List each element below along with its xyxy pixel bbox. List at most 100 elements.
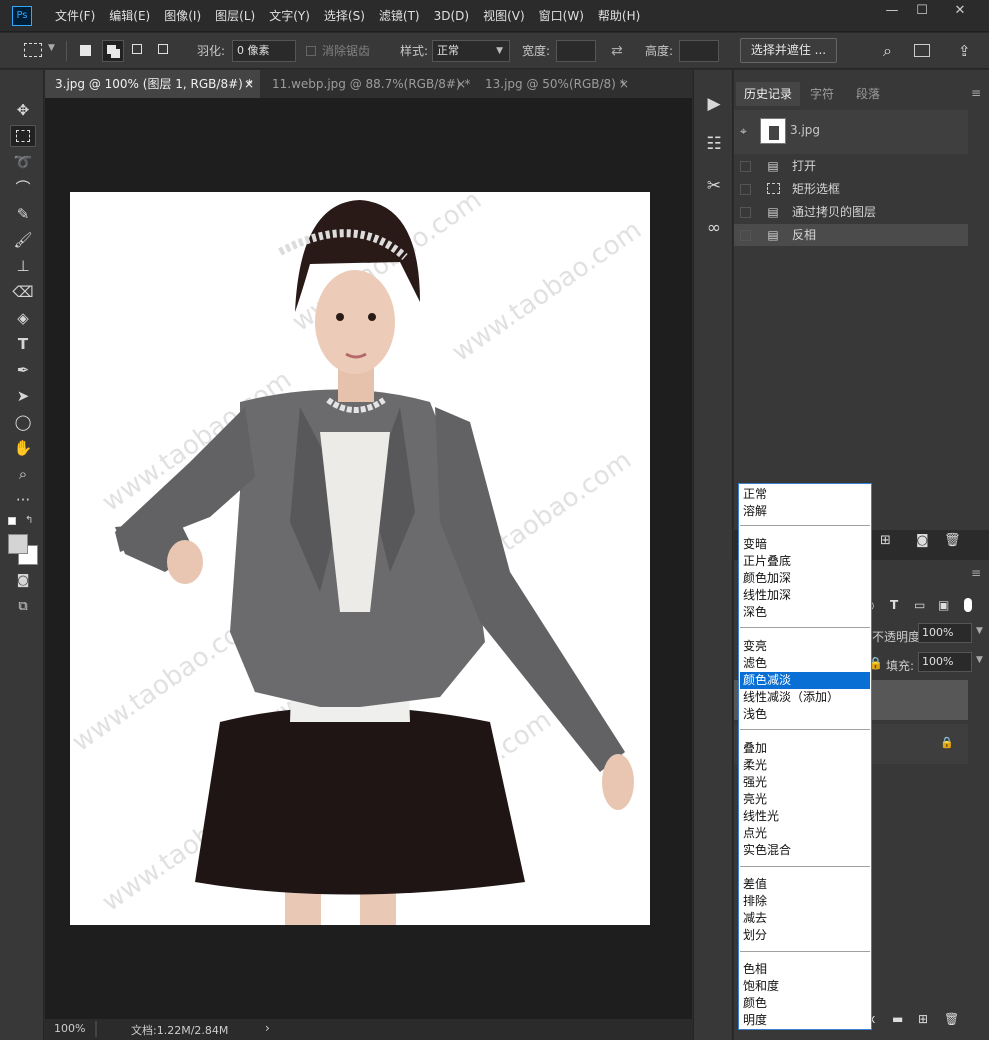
blend-option[interactable]: 线性减淡（添加）: [740, 689, 870, 706]
default-colors-icon[interactable]: [8, 517, 16, 525]
chevron-down-icon[interactable]: ▼: [976, 655, 983, 665]
new-group-icon[interactable]: ▬: [892, 1012, 903, 1026]
blend-option[interactable]: 实色混合: [740, 842, 870, 859]
blend-option[interactable]: 正片叠底: [740, 553, 870, 570]
document-image[interactable]: www.taobao.com www.taobao.com www.taobao…: [70, 192, 650, 925]
height-input[interactable]: [679, 40, 719, 62]
blend-mode-dropdown[interactable]: 正常 溶解 变暗 正片叠底 颜色加深 线性加深 深色 变亮 滤色 颜色减淡 线性…: [738, 483, 872, 1030]
step-checkbox[interactable]: [740, 207, 751, 218]
close-button[interactable]: ✕: [944, 0, 976, 22]
menu-layer[interactable]: 图层(L): [208, 0, 262, 32]
new-selection-icon[interactable]: [80, 45, 91, 56]
properties-icon[interactable]: ☷: [700, 130, 728, 158]
blend-option[interactable]: 正常: [740, 486, 870, 503]
eyedropper-tool-icon[interactable]: ✎: [10, 203, 36, 225]
status-menu-arrow-icon[interactable]: ›: [265, 1021, 270, 1035]
move-tool-icon[interactable]: ✥: [10, 99, 36, 121]
new-layer-icon[interactable]: ⊞: [918, 1012, 928, 1026]
history-snapshot-row[interactable]: ⌖ 3.jpg: [734, 110, 968, 154]
delete-layer-icon[interactable]: 🗑: [944, 1012, 959, 1026]
opacity-input[interactable]: 100%: [918, 623, 972, 643]
history-brush-source-icon[interactable]: ⌖: [740, 124, 747, 139]
tab-3-jpg[interactable]: 3.jpg @ 100% (图层 1, RGB/8#) * ×: [45, 70, 260, 98]
intersect-selection-icon[interactable]: [158, 44, 168, 54]
stamp-tool-icon[interactable]: ⊥: [10, 255, 36, 277]
menu-filter[interactable]: 滤镜(T): [372, 0, 427, 32]
zoom-readout[interactable]: 100%: [54, 1022, 85, 1035]
blend-option[interactable]: 饱和度: [740, 978, 870, 995]
tab-history[interactable]: 历史记录: [736, 82, 801, 106]
search-icon[interactable]: ⌕: [883, 33, 892, 69]
tab-close-icon[interactable]: ×: [244, 70, 254, 98]
menu-edit[interactable]: 编辑(E): [102, 0, 157, 32]
blend-option[interactable]: 减去: [740, 910, 870, 927]
blend-option[interactable]: 变亮: [740, 638, 870, 655]
workspace-icon[interactable]: [914, 44, 930, 57]
menu-image[interactable]: 图像(I): [157, 0, 208, 32]
swap-icon[interactable]: ⇄: [611, 33, 623, 69]
panel-menu-icon[interactable]: ≡: [971, 86, 981, 100]
step-checkbox[interactable]: [740, 230, 751, 241]
feather-input[interactable]: 0 像素: [232, 40, 296, 62]
panel-menu-icon[interactable]: ≡: [971, 566, 981, 580]
step-checkbox[interactable]: [740, 184, 751, 195]
paint-bucket-tool-icon[interactable]: ◈: [10, 307, 36, 329]
select-and-mask-button[interactable]: 选择并遮住 ...: [740, 38, 837, 63]
trash-icon[interactable]: 🗑: [944, 533, 961, 548]
chevron-down-icon[interactable]: ▼: [48, 43, 55, 53]
menu-type[interactable]: 文字(Y): [262, 0, 317, 32]
lasso-tool-icon[interactable]: ➰: [10, 151, 36, 173]
blend-option-selected[interactable]: 颜色减淡: [740, 672, 870, 689]
screen-mode-icon[interactable]: ⧉: [10, 596, 36, 618]
filter-type-icon[interactable]: T: [890, 598, 898, 612]
minimize-button[interactable]: —: [876, 0, 908, 22]
tools-icon[interactable]: ✂: [700, 172, 728, 200]
chevron-down-icon[interactable]: ▼: [976, 626, 983, 636]
blend-option[interactable]: 划分: [740, 927, 870, 944]
ellipse-tool-icon[interactable]: ◯: [10, 411, 36, 433]
history-step[interactable]: ▤ 打开: [734, 155, 968, 177]
step-checkbox[interactable]: [740, 161, 751, 172]
share-icon[interactable]: ⇪: [958, 33, 971, 69]
zoom-tool-icon[interactable]: ⌕: [10, 463, 36, 485]
brush-tool-icon[interactable]: 🖌: [10, 229, 36, 251]
blend-option[interactable]: 颜色加深: [740, 570, 870, 587]
blend-option[interactable]: 差值: [740, 876, 870, 893]
filter-shape-icon[interactable]: ▭: [914, 598, 925, 612]
pen-tool-icon[interactable]: ✒: [10, 359, 36, 381]
history-step[interactable]: ▤ 通过拷贝的图层: [734, 201, 968, 223]
blend-option[interactable]: 明度: [740, 1012, 870, 1029]
blend-option[interactable]: 色相: [740, 961, 870, 978]
blend-option[interactable]: 强光: [740, 774, 870, 791]
menu-3d[interactable]: 3D(D): [427, 0, 476, 32]
blend-option[interactable]: 溶解: [740, 503, 870, 520]
blend-option[interactable]: 变暗: [740, 536, 870, 553]
add-selection-button[interactable]: [102, 40, 124, 62]
swap-colors-icon[interactable]: ↰: [25, 515, 33, 526]
actions-play-icon[interactable]: ▶: [700, 90, 728, 118]
history-step[interactable]: 矩形选框: [734, 178, 968, 200]
maximize-button[interactable]: ☐: [906, 0, 938, 22]
blend-option[interactable]: 线性光: [740, 808, 870, 825]
blend-option[interactable]: 线性加深: [740, 587, 870, 604]
menu-select[interactable]: 选择(S): [317, 0, 372, 32]
tab-character[interactable]: 字符: [802, 82, 842, 106]
blend-option[interactable]: 排除: [740, 893, 870, 910]
cc-libraries-icon[interactable]: ∞: [700, 214, 728, 242]
blend-option[interactable]: 颜色: [740, 995, 870, 1012]
menu-window[interactable]: 窗口(W): [532, 0, 591, 32]
antialias-checkbox[interactable]: [306, 46, 316, 56]
snapshot-camera-icon[interactable]: ◙: [916, 533, 929, 548]
blend-option[interactable]: 亮光: [740, 791, 870, 808]
marquee-tool-icon[interactable]: [10, 125, 36, 147]
menu-view[interactable]: 视图(V): [476, 0, 532, 32]
quick-select-tool-icon[interactable]: ⌒: [10, 177, 36, 199]
foreground-color-swatch[interactable]: [8, 534, 28, 554]
eraser-tool-icon[interactable]: ⌫: [10, 281, 36, 303]
blend-option[interactable]: 点光: [740, 825, 870, 842]
fill-input[interactable]: 100%: [918, 652, 972, 672]
history-step-current[interactable]: ▤ 反相: [734, 224, 968, 246]
subtract-selection-icon[interactable]: [132, 44, 142, 54]
filter-smart-icon[interactable]: ▣: [938, 598, 949, 612]
tab-close-icon[interactable]: ×: [619, 70, 629, 98]
